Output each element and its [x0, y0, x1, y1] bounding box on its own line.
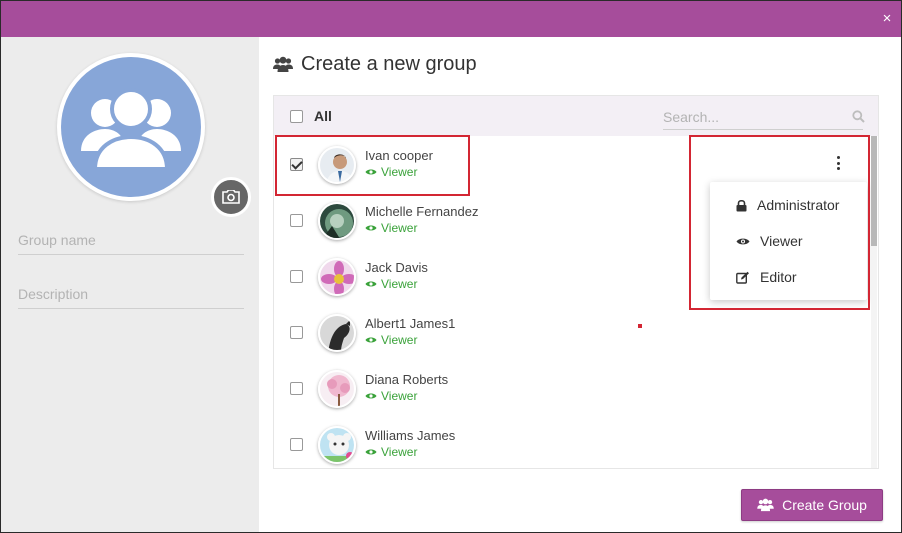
close-button[interactable]: ×: [879, 11, 895, 27]
member-checkbox[interactable]: [290, 438, 303, 451]
member-role-label: Viewer: [381, 221, 418, 235]
kebab-dot: [836, 161, 840, 165]
kebab-dot: [836, 156, 840, 159]
member-list-panel: All Ivan cooper Viewer Mic: [273, 95, 879, 469]
member-row: Diana Roberts Viewer: [274, 360, 868, 416]
select-all-label: All: [314, 108, 332, 124]
member-checkbox[interactable]: [290, 326, 303, 339]
users-icon: [757, 498, 774, 512]
eye-icon: [365, 449, 377, 455]
role-menu-button[interactable]: [831, 154, 845, 172]
cursor-marker: [638, 324, 642, 328]
kebab-dot: [836, 167, 840, 170]
avatar: [318, 370, 356, 408]
title-text: Create a new group: [301, 53, 477, 75]
users-icon: [81, 88, 181, 171]
member-name: Ivan cooper: [365, 148, 433, 163]
member-role-label: Viewer: [381, 165, 418, 179]
member-row: Albert1 James1 Viewer: [274, 304, 868, 360]
eye-icon: [365, 169, 377, 175]
menu-item-label: Administrator: [757, 197, 840, 213]
menu-item-viewer[interactable]: Viewer: [710, 225, 867, 257]
group-avatar-image: [61, 57, 201, 197]
lock-icon: [736, 199, 747, 211]
member-list-header: All: [274, 96, 878, 136]
eye-icon: [365, 337, 377, 343]
member-role: Viewer: [365, 445, 417, 459]
group-avatar: [57, 53, 251, 217]
member-checkbox[interactable]: [290, 270, 303, 283]
member-name: Michelle Fernandez: [365, 204, 479, 219]
description-input[interactable]: [18, 279, 244, 309]
member-role-label: Viewer: [381, 333, 418, 347]
upload-photo-button[interactable]: [211, 177, 251, 217]
member-checkbox[interactable]: [290, 382, 303, 395]
member-checkbox[interactable]: [290, 214, 303, 227]
avatar: [318, 258, 356, 296]
select-all-checkbox[interactable]: [290, 110, 303, 123]
search-input[interactable]: [663, 104, 863, 130]
member-name: Albert1 James1: [365, 316, 456, 331]
create-group-modal: × Group name Description Create a new gr…: [0, 0, 902, 533]
member-checkbox[interactable]: [290, 158, 303, 171]
camera-icon: [222, 190, 240, 204]
menu-item-editor[interactable]: Editor: [710, 261, 867, 293]
group-details-panel: [1, 37, 259, 532]
eye-icon: [365, 225, 377, 231]
create-group-button[interactable]: Create Group: [741, 489, 883, 521]
group-name-input[interactable]: [18, 225, 244, 255]
menu-item-administrator[interactable]: Administrator: [710, 189, 867, 221]
member-role-label: Viewer: [381, 389, 418, 403]
avatar: [318, 202, 356, 240]
modal-header-bar: ×: [1, 1, 901, 37]
member-role: Viewer: [365, 389, 417, 403]
avatar: [318, 314, 356, 352]
member-role: Viewer: [365, 333, 417, 347]
member-name: Diana Roberts: [365, 372, 449, 387]
role-dropdown-menu: Administrator Viewer Editor: [710, 182, 867, 300]
menu-item-label: Editor: [760, 269, 797, 285]
member-role: Viewer: [365, 165, 417, 179]
member-name: Williams James: [365, 428, 456, 443]
page-title: Create a new group: [273, 53, 477, 76]
member-role: Viewer: [365, 221, 417, 235]
avatar: [318, 146, 356, 184]
member-role: Viewer: [365, 277, 417, 291]
member-role-label: Viewer: [381, 277, 418, 291]
edit-icon: [736, 271, 749, 284]
search-icon[interactable]: [852, 110, 865, 123]
eye-icon: [365, 393, 377, 399]
scrollbar-thumb[interactable]: [871, 136, 877, 246]
member-role-label: Viewer: [381, 445, 418, 459]
eye-icon: [365, 281, 377, 287]
eye-icon: [736, 238, 750, 244]
menu-item-label: Viewer: [760, 233, 803, 249]
member-name: Jack Davis: [365, 260, 428, 275]
avatar: [318, 426, 356, 464]
users-icon: [273, 56, 293, 72]
create-group-label: Create Group: [782, 497, 867, 513]
member-row: Williams James Viewer: [274, 416, 868, 472]
